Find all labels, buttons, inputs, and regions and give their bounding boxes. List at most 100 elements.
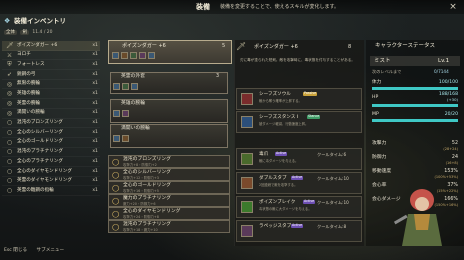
skill-icon (112, 52, 119, 59)
skill-icon (241, 201, 253, 213)
skill-icon (241, 177, 253, 189)
accessory-name: 英霊の外套 (121, 74, 145, 79)
next-level-value: 0/7144 (434, 69, 449, 74)
ring-slot-list: ◯ 混沌のブロンズリング 攻撃力+8・防御力+2 ◯ 全心のシルバーリング 攻撃力+12… (108, 155, 230, 233)
ring-slot[interactable]: ◯ 全心のダイヤモンドリング 攻撃力+24・防御力+8 (108, 207, 230, 220)
bond-value: 100/100 (438, 80, 458, 85)
skill-icon (122, 83, 129, 90)
stat-value: 24 (451, 155, 458, 160)
mp-value: 20/20 (444, 112, 458, 117)
skill-entry[interactable]: シーフズスタンス I Stance 被ダメージ軽減、行動速度上昇。 (236, 111, 362, 133)
skill-icon (131, 83, 138, 90)
weight-readout: 11.4 / 20 (32, 30, 53, 35)
ring-icon: ○ (6, 129, 13, 137)
skill-icon (122, 135, 129, 142)
character-name: ミスト (374, 58, 391, 64)
hp-bonus: (+30) (447, 97, 458, 102)
filter-sword[interactable]: 剣 (20, 30, 29, 36)
ring-icon: ◯ (112, 223, 120, 231)
weapon-count: 5 (222, 43, 226, 49)
list-item[interactable]: ○ 全心のプラチナリング x1 (2, 157, 100, 167)
ring-icon: ◯ (112, 210, 120, 218)
accessory-count: 3 (216, 74, 220, 79)
skill-icon (241, 93, 253, 105)
submenu-hint[interactable]: サブメニュー (37, 248, 65, 253)
bond-bar (372, 87, 458, 90)
skill-entry[interactable]: シーフズソウル Passive 敵から奪う確率が上昇する。 (236, 88, 362, 110)
hp-label: HP (372, 95, 379, 100)
skill-icon (122, 110, 129, 117)
sword-icon: ⚔ (6, 51, 13, 59)
bow-icon: ➶ (6, 70, 13, 78)
inventory-filters: 全体 剣 11.4 / 20 (4, 30, 104, 38)
ring-icon: ◯ (112, 158, 120, 166)
esc-hint[interactable]: Esc 閉じる (4, 248, 27, 253)
skill-icon (241, 116, 253, 128)
status-title: キャラクターステータス (375, 43, 436, 49)
shield-icon: ⛨ (7, 61, 12, 69)
list-item[interactable]: ○ 全心のシルバーリング x1 (2, 128, 100, 138)
list-item[interactable]: ○ 混沌のプラチナリング x1 (2, 148, 100, 158)
close-icon[interactable]: × (448, 2, 458, 12)
ring-slot[interactable]: ◯ 魔力のプラチナリング 魔力+20・防御力+6 (108, 194, 230, 207)
ring-icon: ○ (6, 158, 13, 166)
ring-icon: ○ (6, 187, 13, 195)
ring-slot[interactable]: ◯ 全心のゴールドリング 攻撃力+16・防御力+5 (108, 181, 230, 194)
dagger-icon: 🗡 (6, 41, 14, 49)
list-item[interactable]: ⛨ フォートレス x1 (2, 60, 100, 71)
list-item[interactable]: ◎ 英雄の腕輪 x1 (2, 89, 100, 100)
ring-icon: ○ (6, 119, 13, 127)
inventory-title: 装備インベントリ (14, 17, 66, 25)
bond-label: 体力 (372, 80, 382, 85)
ring-icon: ◯ (112, 197, 120, 205)
list-item[interactable]: ➶ 鋭鋼の弓 x1 (2, 70, 100, 80)
page-title: 装備 (196, 3, 210, 11)
hp-bar-fill (372, 104, 458, 107)
skill-entry[interactable]: ダブルスタブ Active クールタイム:10 2回連続で敵を攻撃する。 (236, 172, 362, 194)
skill-entry[interactable]: ポイズンブレイク Active クールタイム:10 毒状態の敵に大ダメージを与え… (236, 196, 362, 218)
skill-icon (113, 110, 120, 117)
list-item[interactable]: ◎ 英霊の腕輪 x1 (2, 99, 100, 109)
stat-label: 攻撃力 (372, 141, 387, 146)
list-item[interactable]: ◎ 満開いの腕輪 x1 (2, 109, 100, 119)
page-subtitle: 装備を変更することで、使えるスキルが変化します。 (220, 4, 340, 10)
character-portrait (393, 189, 442, 246)
stat-value: 52 (451, 141, 458, 146)
skill-icon (241, 225, 253, 237)
ring-slot[interactable]: ◯ 混沌のブロンズリング 攻撃力+8・防御力+2 (108, 155, 230, 168)
list-item[interactable]: ○ 全心のダイヤモンドリング x1 (2, 167, 100, 177)
skill-icon (148, 52, 155, 59)
filter-all[interactable]: 全体 (4, 30, 17, 36)
mp-bar-fill (372, 119, 458, 122)
ring-slot[interactable]: ◯ 全心のシルバーリング 攻撃力+12・防御力+3 (108, 168, 230, 181)
stat-breakdown: (16+8) (445, 161, 458, 165)
ring-slot[interactable]: ◯ 混沌のプラチナリング 攻撃力+18・魔力+10 (108, 220, 230, 233)
bracelet-icon: ◎ (6, 109, 13, 117)
list-item[interactable]: ⚔ ヨロチ x1 (2, 51, 100, 61)
stat-breakdown: (28+24) (443, 147, 458, 151)
skill-entry[interactable]: 毒爪 Active クールタイム:6 敵に毒ダメージを与える。 (236, 148, 362, 170)
bracelet-icon: ◎ (6, 90, 13, 98)
list-item[interactable]: ○ 混沌のブロンズリング x1 (2, 119, 100, 129)
skill-icon (241, 153, 253, 165)
stat-value: 153% (444, 169, 458, 174)
list-item[interactable]: ○ 英霊のダイヤモンドリング x1 (2, 177, 100, 187)
ring-icon: ○ (6, 148, 13, 156)
skill-entry[interactable]: ラペッジスタブ Active クールタイム:8 (236, 220, 362, 242)
weapon-skill-icons (112, 52, 155, 59)
skill-icon (113, 135, 120, 142)
list-item[interactable]: ◎ 無限の腕輪 x1 (2, 80, 100, 90)
detail-name: ポイズンダガー +6 (254, 44, 298, 50)
inventory-list: 🗡 ポイズンダガー +6 x1 ⚔ ヨロチ x1 ⛨ フォートレス x1 ➶ 鋭鋼の弓 x1 ◎… (2, 41, 100, 196)
list-item[interactable]: ○ 英霊の雛鋼の指輪 x1 (2, 186, 100, 196)
ring-icon: ◯ (112, 171, 120, 179)
stat-breakdown: (100%+53%) (434, 175, 458, 179)
weapon-name: ポイズンダガー +6 (122, 43, 166, 49)
accessory-name: 満開いの腕輪 (121, 126, 150, 131)
accessory-name: 英雄の腕輪 (121, 101, 145, 106)
ring-icon: ◯ (112, 184, 120, 192)
accessory-skill-icons (113, 110, 129, 117)
skill-icon (121, 52, 128, 59)
list-item[interactable]: ○ 全心のゴールドリング x1 (2, 138, 100, 148)
list-item[interactable]: 🗡 ポイズンダガー +6 x1 (2, 41, 100, 51)
